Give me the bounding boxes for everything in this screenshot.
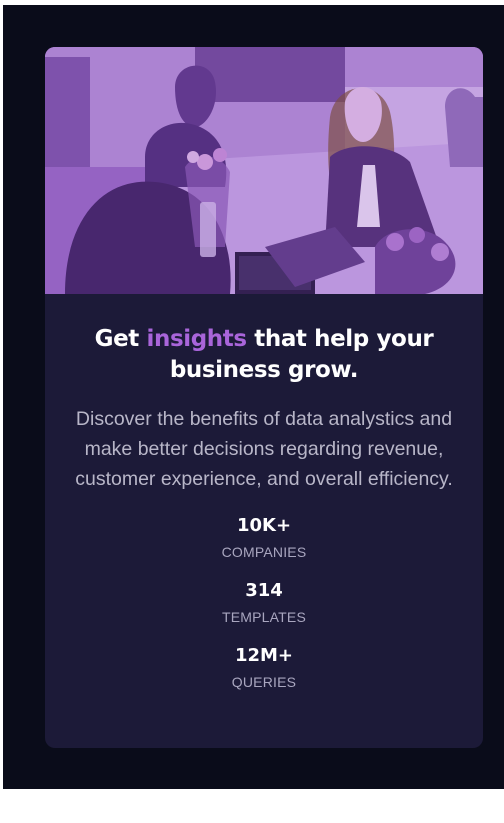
headline: Get insights that help your business gro… <box>63 324 465 386</box>
stat-templates: 314 TEMPLATES <box>63 580 465 626</box>
stat-value: 314 <box>245 580 283 601</box>
card-content: Get insights that help your business gro… <box>45 324 483 691</box>
stat-label: TEMPLATES <box>221 609 306 625</box>
stat-label: COMPANIES <box>221 544 307 560</box>
hero-image <box>45 47 483 294</box>
stats-preview-card: Get insights that help your business gro… <box>45 47 483 748</box>
stat-value: 12M+ <box>234 645 294 666</box>
stat-companies: 10K+ COMPANIES <box>63 515 465 561</box>
headline-accent: insights <box>146 326 247 352</box>
stats-list: 10K+ COMPANIES 314 TEMPLATES 12M+ QUERIE… <box>63 515 465 691</box>
page-background: Get insights that help your business gro… <box>3 5 504 789</box>
stat-value: 10K+ <box>236 515 292 536</box>
stat-queries: 12M+ QUERIES <box>63 645 465 691</box>
headline-lead: Get <box>94 326 147 352</box>
stat-label: QUERIES <box>231 674 297 690</box>
description: Discover the benefits of data analystics… <box>75 408 453 490</box>
